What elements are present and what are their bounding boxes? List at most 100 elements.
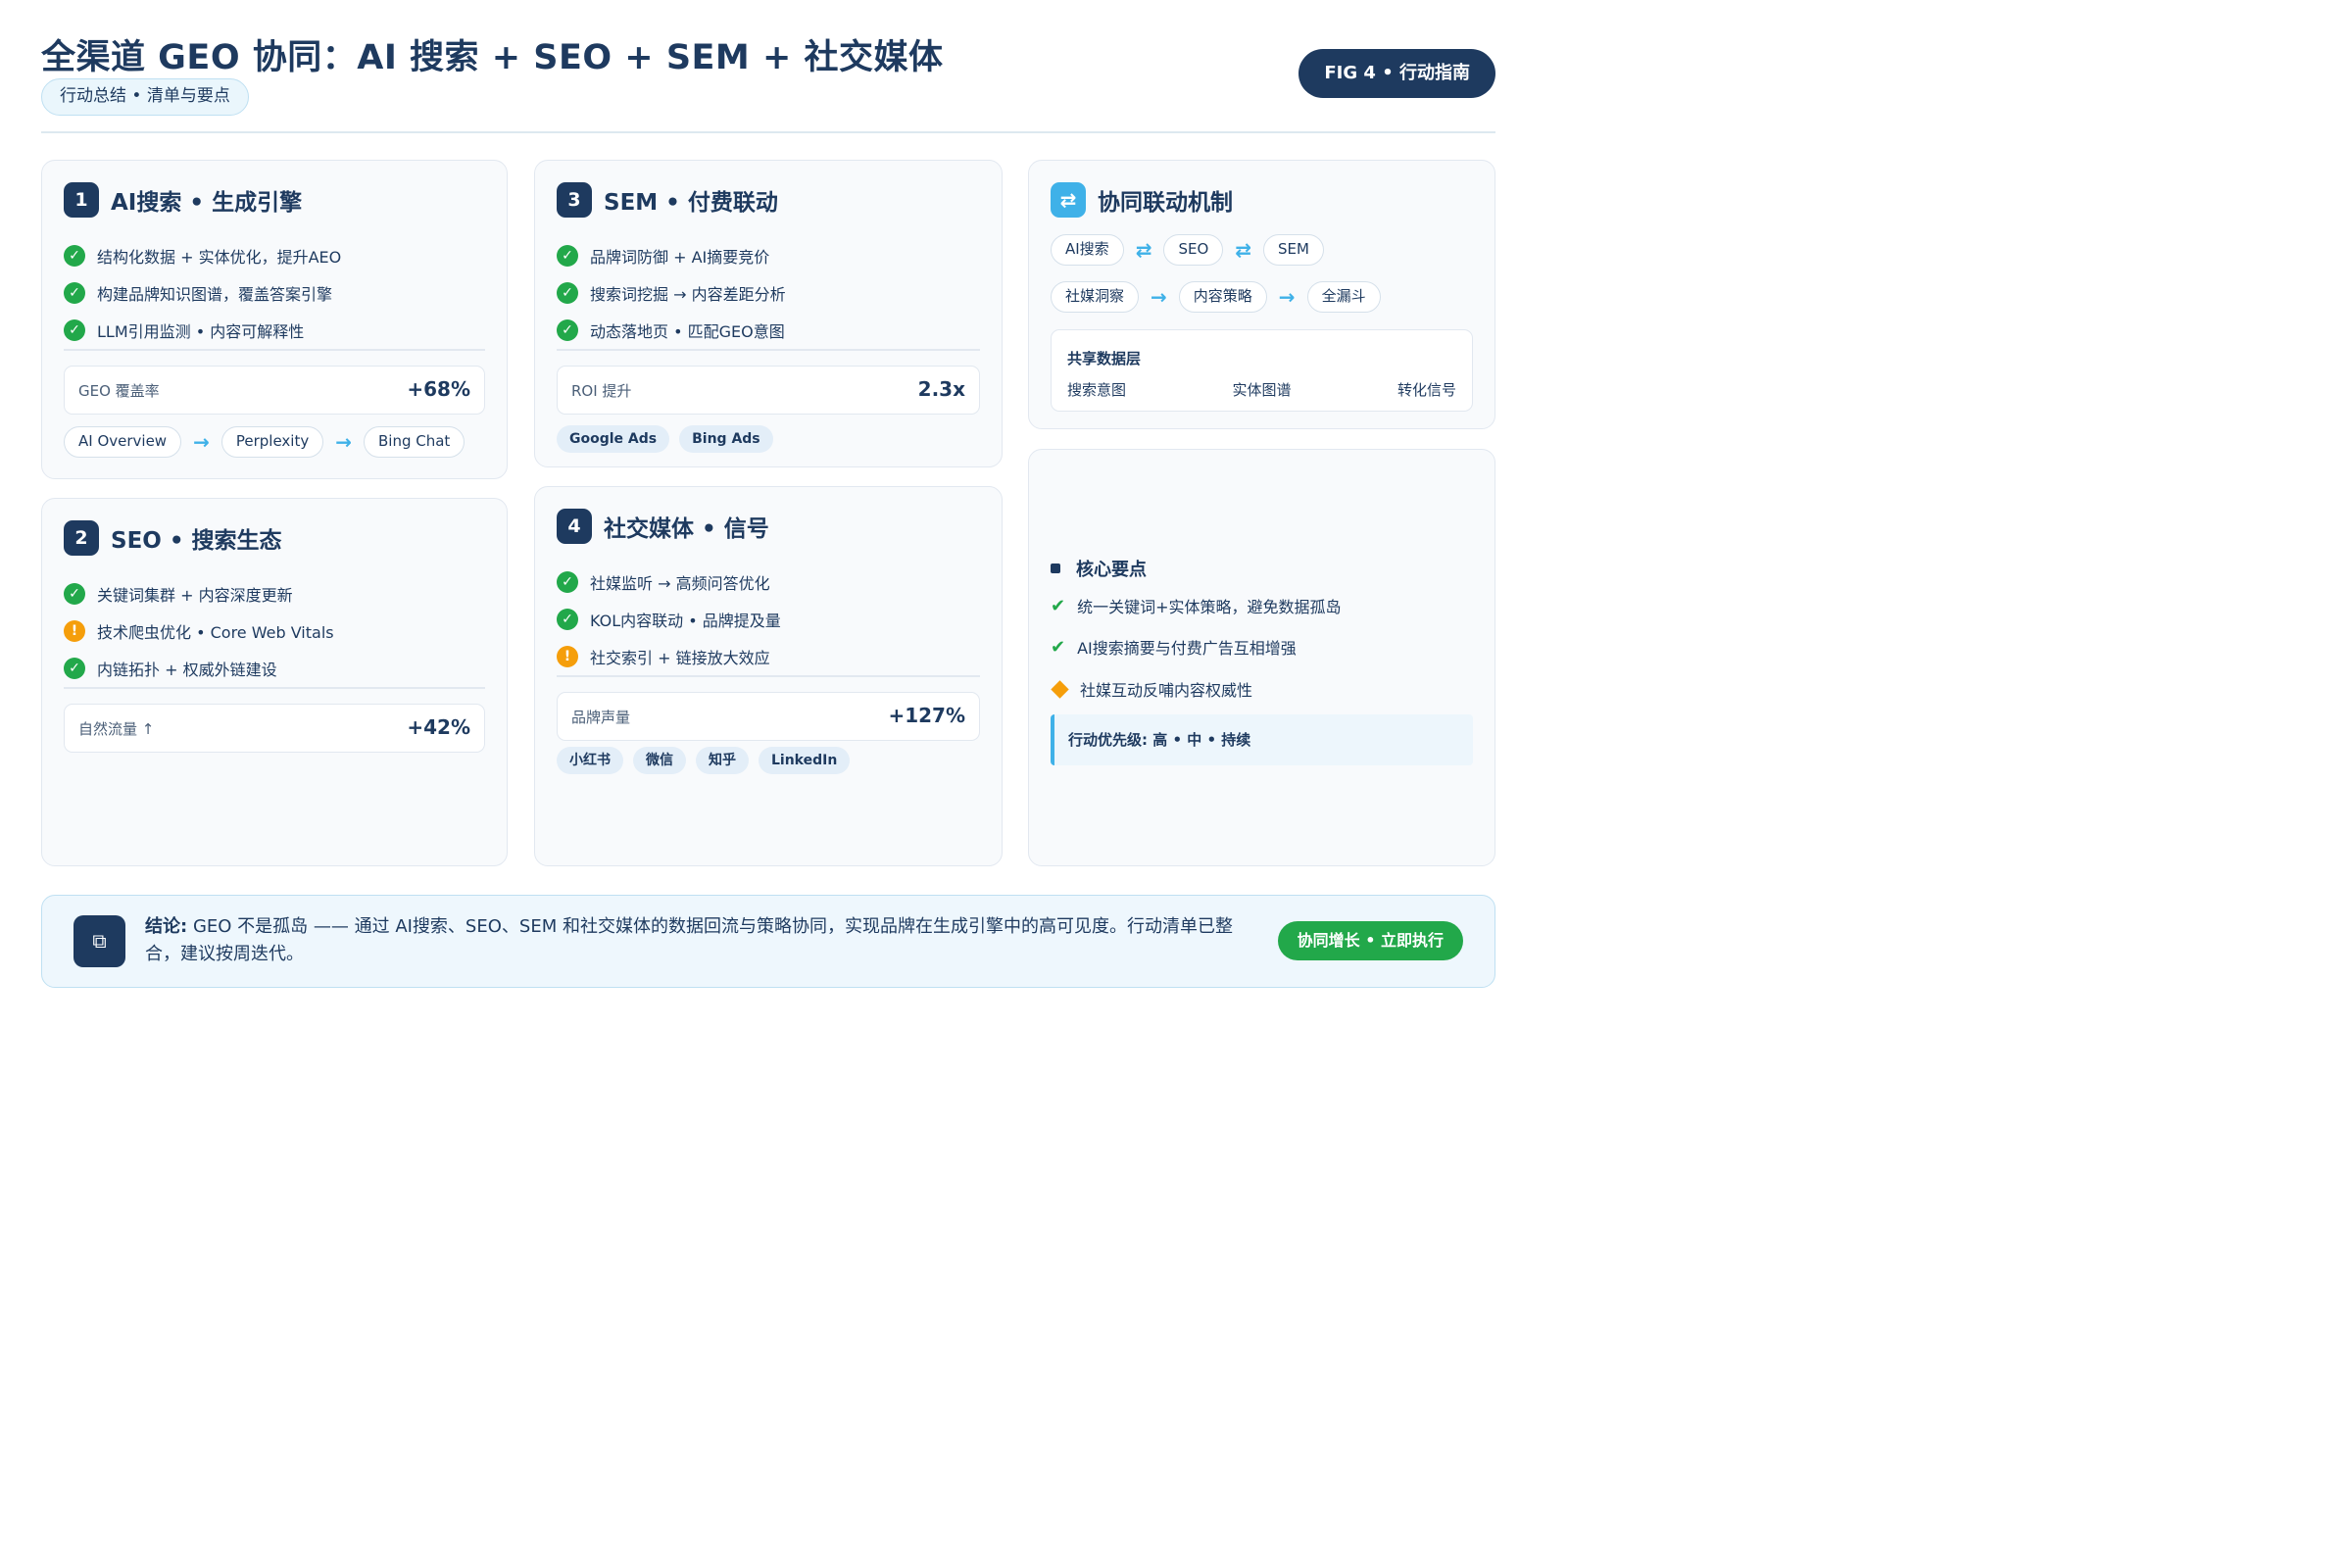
platform-tag: Bing Ads — [679, 425, 773, 453]
checklist-item: ✓ KOL内容联动 • 品牌提及量 — [557, 601, 781, 638]
fig-badge: FIG 4 • 行动指南 — [1298, 49, 1495, 98]
platform-tag: 小红书 — [557, 747, 623, 774]
key-point-item: 社媒互动反哺内容权威性 — [1051, 677, 1252, 701]
check-circle-icon: ✓ — [557, 282, 578, 304]
key-point-item: ✔ AI搜索摘要与付费广告互相增强 — [1051, 635, 1297, 659]
checklist-item: ! 技术爬虫优化 • Core Web Vitals — [64, 612, 334, 650]
checklist-item-text: 品牌词防御 + AI摘要竞价 — [590, 248, 770, 267]
card-seo: 2 SEO • 搜索生态 ✓ 关键词集群 + 内容深度更新 ! 技术爬虫优化 • C… — [41, 498, 508, 866]
card-title: SEO • 搜索生态 — [111, 528, 282, 554]
metric-box: 品牌声量 +127% — [557, 692, 980, 741]
metric-value: +42% — [407, 715, 470, 739]
shared-data-item: 实体图谱 — [1232, 381, 1292, 399]
flow-node: AI Overview — [64, 426, 182, 458]
key-points-header: 核心要点 — [1051, 556, 1147, 581]
check-circle-icon: ✓ — [557, 245, 578, 267]
conclusion-body: GEO 不是孤岛 —— 通过 AI搜索、SEO、SEM 和社交媒体的数据回流与策… — [145, 916, 1233, 964]
metric-value: 2.3x — [917, 377, 965, 401]
metric-label: ROI 提升 — [571, 382, 632, 400]
flow-node: SEO — [1163, 234, 1224, 266]
shared-data-title: 共享数据层 — [1067, 350, 1142, 368]
checkmark-icon: ✔ — [1051, 636, 1066, 658]
checklist-item-text: 关键词集群 + 内容深度更新 — [97, 586, 293, 605]
swap-arrows-icon: ⇄ — [1135, 238, 1152, 262]
checklist-item: ✓ 关键词集群 + 内容深度更新 — [64, 575, 334, 612]
arrow-right-icon: → — [335, 430, 352, 454]
checkmark-icon: ✔ — [1051, 595, 1066, 616]
metric-value: +127% — [888, 704, 965, 727]
key-point-item: ✔ 统一关键词+实体策略，避免数据孤岛 — [1051, 594, 1342, 617]
checklist-item: ✓ 结构化数据 + 实体优化，提升AEO — [64, 237, 341, 274]
metric-value: +68% — [407, 377, 470, 401]
card-header: ⇄ 协同联动机制 — [1051, 182, 1233, 218]
card-divider — [557, 349, 980, 351]
card-number-badge: 3 — [557, 182, 592, 218]
platform-tag: LinkedIn — [759, 747, 851, 774]
page-title: 全渠道 GEO 协同：AI 搜索 + SEO + SEM + 社交媒体 — [41, 38, 944, 77]
checklist-item-text: 社交索引 + 链接放大效应 — [590, 649, 770, 667]
check-circle-icon: ✓ — [64, 583, 85, 605]
check-circle-icon: ✓ — [64, 282, 85, 304]
checklist-item: ! 社交索引 + 链接放大效应 — [557, 638, 781, 675]
flow-node: Bing Chat — [363, 426, 466, 458]
card-header: 2 SEO • 搜索生态 — [64, 520, 282, 556]
check-circle-icon: ✓ — [557, 571, 578, 593]
checklist-item: ✓ 搜索词挖掘 → 内容差距分析 — [557, 274, 786, 312]
flow-node: 社媒洞察 — [1051, 281, 1140, 313]
checklist-item-text: 内链拓扑 + 权威外链建设 — [97, 661, 277, 679]
funnel-flow: 社媒洞察 → 内容策略 → 全漏斗 — [1051, 281, 1381, 313]
check-circle-icon: ✓ — [557, 319, 578, 341]
metric-box: ROI 提升 2.3x — [557, 366, 980, 415]
check-circle-icon: ✓ — [64, 658, 85, 679]
card-sync-mechanism: ⇄ 协同联动机制 AI搜索 ⇄ SEO ⇄ SEM 社媒洞察 → 内容策略 → … — [1028, 160, 1495, 429]
shared-data-item: 搜索意图 — [1067, 381, 1127, 399]
metric-label: 品牌声量 — [571, 709, 631, 726]
checklist: ✓ 关键词集群 + 内容深度更新 ! 技术爬虫优化 • Core Web Vital… — [64, 575, 334, 687]
card-ai-search: 1 AI搜索 • 生成引擎 ✓ 结构化数据 + 实体优化，提升AEO ✓ 构建品牌知… — [41, 160, 508, 479]
shared-data-items: 搜索意图 实体图谱 转化信号 — [1067, 379, 1456, 400]
flow-node: AI搜索 — [1051, 234, 1124, 266]
checklist: ✓ 结构化数据 + 实体优化，提升AEO ✓ 构建品牌知识图谱，覆盖答案引擎 ✓ LL… — [64, 237, 341, 349]
key-point-text: 社媒互动反哺内容权威性 — [1080, 681, 1253, 700]
card-title: AI搜索 • 生成引擎 — [111, 190, 303, 216]
checklist-item-text: 搜索词挖掘 → 内容差距分析 — [590, 285, 786, 304]
card-title: 协同联动机制 — [1098, 190, 1233, 216]
checklist-item-text: KOL内容联动 • 品牌提及量 — [590, 612, 781, 630]
metric-label: 自然流量 ↑ — [78, 720, 155, 738]
priority-callout: 行动优先级: 高 • 中 • 持续 — [1051, 714, 1473, 765]
tag-list: Google Ads Bing Ads — [557, 425, 783, 453]
card-social: 4 社交媒体 • 信号 ✓ 社媒监听 → 高频问答优化 ✓ KOL内容联动 • 品牌… — [534, 486, 1003, 866]
swap-arrows-icon: ⇄ — [1235, 238, 1252, 262]
checklist-item-text: 构建品牌知识图谱，覆盖答案引擎 — [97, 285, 333, 304]
warning-circle-icon: ! — [557, 646, 578, 667]
card-number-badge: 1 — [64, 182, 99, 218]
execute-now-button[interactable]: 协同增长 • 立即执行 — [1277, 921, 1463, 960]
swap-icon: ⇄ — [1051, 182, 1086, 218]
card-number-badge: 4 — [557, 509, 592, 544]
checklist-item: ✓ LLM引用监测 • 内容可解释性 — [64, 312, 341, 349]
platform-flow: AI Overview → Perplexity → Bing Chat — [64, 426, 466, 458]
card-title: SEM • 付费联动 — [604, 190, 778, 216]
check-circle-icon: ✓ — [557, 609, 578, 630]
flow-node: 内容策略 — [1178, 281, 1267, 313]
checklist: ✓ 品牌词防御 + AI摘要竞价 ✓ 搜索词挖掘 → 内容差距分析 ✓ 动态落地页 •… — [557, 237, 786, 349]
flow-node: Perplexity — [220, 426, 324, 458]
subtitle-pill: 行动总结 • 清单与要点 — [41, 78, 249, 116]
platform-tag: 微信 — [633, 747, 686, 774]
conclusion-banner: ⧉ 结论: GEO 不是孤岛 —— 通过 AI搜索、SEO、SEM 和社交媒体的… — [41, 895, 1495, 988]
checklist-item: ✓ 社媒监听 → 高频问答优化 — [557, 564, 781, 601]
conclusion-text: 结论: GEO 不是孤岛 —— 通过 AI搜索、SEO、SEM 和社交媒体的数据… — [145, 913, 1252, 968]
arrow-right-icon: → — [1278, 285, 1296, 309]
card-divider — [64, 349, 485, 351]
checklist-item: ✓ 品牌词防御 + AI摘要竞价 — [557, 237, 786, 274]
checklist: ✓ 社媒监听 → 高频问答优化 ✓ KOL内容联动 • 品牌提及量 ! 社交索引 + … — [557, 564, 781, 675]
card-header: 1 AI搜索 • 生成引擎 — [64, 182, 302, 218]
diamond-icon — [1051, 679, 1069, 699]
card-header: 3 SEM • 付费联动 — [557, 182, 778, 218]
checklist-item-text: 结构化数据 + 实体优化，提升AEO — [97, 248, 342, 267]
check-circle-icon: ✓ — [64, 319, 85, 341]
flow-node: SEM — [1263, 234, 1324, 266]
checklist-item-text: LLM引用监测 • 内容可解释性 — [97, 322, 305, 341]
platform-tag: 知乎 — [696, 747, 749, 774]
square-bullet-icon — [1051, 564, 1060, 573]
